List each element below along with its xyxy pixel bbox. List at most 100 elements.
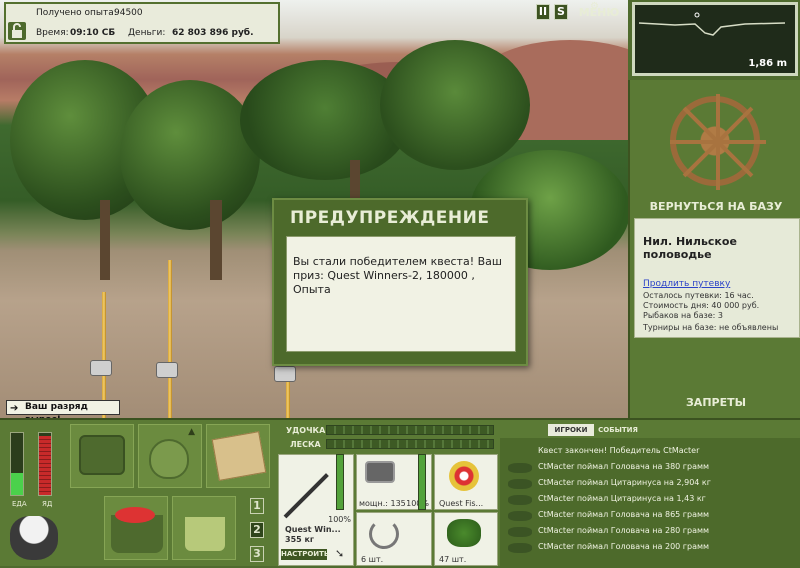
setup-button[interactable]: НАСТРОИТЬ bbox=[281, 549, 329, 560]
reel-icon bbox=[365, 461, 395, 483]
chat-log[interactable]: Квест закончен! Победитель CtMacter CtMa… bbox=[500, 438, 800, 568]
chat-header: Квест закончен! Победитель CtMacter bbox=[538, 446, 700, 455]
list-item: CtMacter поймал Головача на 280 грамм bbox=[508, 524, 792, 540]
tab-players[interactable]: ИГРОКИ bbox=[548, 424, 594, 436]
line-name: Quest Fis... bbox=[439, 499, 484, 508]
fishers-count: Рыбаков на базе: 3 bbox=[643, 311, 723, 320]
palm-tree bbox=[380, 40, 530, 170]
rank-banner[interactable]: ➔ Ваш разряд вырос! bbox=[6, 400, 120, 418]
reel-2 bbox=[156, 362, 178, 378]
bottom-panel: ЕДА ЯД ▲ 1 2 3 УДОЧКА ЛЕСКА Quest Win...… bbox=[0, 418, 800, 568]
return-to-base-button[interactable]: ВЕРНУТЬСЯ НА БАЗУ bbox=[630, 200, 800, 213]
bait-icon bbox=[447, 519, 481, 547]
food-level bbox=[11, 473, 23, 495]
rod-name: Quest Win... bbox=[285, 525, 341, 534]
exp-label: Получено опыта: bbox=[36, 8, 117, 18]
bait-count: 47 шт. bbox=[439, 555, 467, 564]
reel-durability-bar bbox=[418, 454, 426, 510]
depth-sonar: 1,86 m bbox=[632, 2, 798, 76]
inventory-tab-1[interactable]: 1 bbox=[250, 498, 264, 514]
dialog-title: ПРЕДУПРЕЖДЕНИЕ bbox=[290, 208, 490, 228]
time-label: Время: bbox=[36, 28, 69, 38]
rank-banner-text: Ваш разряд вырос! bbox=[25, 402, 88, 418]
depth-value: 1,86 m bbox=[748, 58, 787, 69]
backpack-icon bbox=[79, 435, 125, 475]
sack-icon bbox=[149, 439, 189, 479]
extend-permit-link[interactable]: Продлить путевку bbox=[643, 279, 730, 289]
list-item: CtMacter поймал Головача на 380 грамм bbox=[508, 460, 792, 476]
hook-count: 6 шт. bbox=[361, 555, 384, 564]
reel-power: мощн.: 135 bbox=[359, 499, 406, 508]
player-stats-panel: Получено опыта: 94500 Время: 09:10 СБ Де… bbox=[4, 2, 280, 44]
fishing-rod-2[interactable] bbox=[168, 260, 172, 418]
base-panel: ВЕРНУТЬСЯ НА БАЗУ Нил. Нильское половодь… bbox=[628, 80, 800, 418]
map-slot[interactable] bbox=[206, 424, 270, 488]
warning-dialog[interactable]: ПРЕДУПРЕЖДЕНИЕ Вы стали победителем квес… bbox=[272, 198, 528, 366]
tree bbox=[120, 80, 260, 230]
food-meter bbox=[10, 432, 24, 496]
bans-button[interactable]: ЗАПРЕТЫ bbox=[630, 396, 800, 409]
inventory-tab-2[interactable]: 2 bbox=[250, 522, 264, 538]
caret-up-icon: ▲ bbox=[188, 427, 195, 437]
dialog-body: Вы стали победителем квеста! Ваш приз: Q… bbox=[286, 236, 516, 352]
list-item: CtMacter поймал Головача на 865 грамм bbox=[508, 508, 792, 524]
location-info: Нил. Нильское половодье Продлить путевку… bbox=[634, 218, 800, 338]
permit-left: Осталось путевки: 16 час. bbox=[643, 291, 754, 300]
line-spool-icon bbox=[449, 461, 479, 491]
bait-slot[interactable]: 47 шт. bbox=[434, 512, 498, 566]
rod-tension-bar bbox=[326, 425, 494, 435]
ship-wheel-icon[interactable] bbox=[670, 94, 766, 190]
bucket-slot[interactable] bbox=[172, 496, 236, 560]
fish-icon bbox=[508, 495, 532, 505]
day-cost: Стоимость дня: 40 000 руб. bbox=[643, 301, 760, 310]
list-item: CtMacter поймал Цитаринуса на 1,43 кг bbox=[508, 492, 792, 508]
food-label: ЕДА bbox=[12, 500, 27, 508]
tournaments: Турниры на базе: не объявлены bbox=[643, 323, 779, 332]
pause-button[interactable]: II bbox=[536, 4, 550, 20]
money-value: 62 803 896 руб. bbox=[172, 28, 254, 38]
fish-icon bbox=[508, 543, 532, 553]
line-slot[interactable]: Quest Fis... bbox=[434, 454, 498, 510]
rod-label: УДОЧКА bbox=[286, 426, 326, 435]
backpack-slot[interactable] bbox=[70, 424, 134, 488]
reel-1 bbox=[90, 360, 112, 376]
rod-percent: 100% bbox=[328, 515, 351, 524]
cooking-pot-icon[interactable] bbox=[10, 516, 58, 560]
reel-3 bbox=[274, 366, 296, 382]
list-item: CtMacter поймал Цитаринуса на 2,904 кг bbox=[508, 476, 792, 492]
time-value: 09:10 СБ bbox=[70, 28, 116, 38]
fish-icon bbox=[508, 463, 532, 473]
sound-button[interactable]: S bbox=[554, 4, 568, 20]
lock-icon[interactable] bbox=[8, 22, 26, 40]
money-label: Деньги: bbox=[128, 28, 166, 38]
map-icon bbox=[211, 431, 267, 481]
bucket-icon bbox=[185, 517, 225, 551]
vegetables-icon bbox=[115, 507, 155, 523]
tree-trunk bbox=[210, 200, 222, 280]
line-tension-bar bbox=[326, 439, 494, 449]
rod-icon bbox=[283, 473, 329, 519]
hook-slot[interactable]: 6 шт. bbox=[356, 512, 432, 566]
rod-durability-bar bbox=[336, 454, 344, 510]
fish-icon bbox=[508, 511, 532, 521]
dialog-text: Вы стали победителем квеста! Ваш приз: Q… bbox=[293, 255, 502, 296]
tab-events[interactable]: СОБЫТИЯ bbox=[596, 424, 640, 436]
basket-slot[interactable] bbox=[104, 496, 168, 560]
exp-value: 94500 bbox=[114, 8, 143, 18]
list-item: CtMacter поймал Головача на 200 грамм bbox=[508, 540, 792, 556]
tree-trunk bbox=[100, 200, 110, 280]
chat-panel: ИГРОКИ СОБЫТИЯ Квест закончен! Победител… bbox=[500, 420, 800, 568]
inventory-tab-3[interactable]: 3 bbox=[250, 546, 264, 562]
rod-weight: 355 кг bbox=[285, 535, 315, 544]
hook-icon bbox=[369, 519, 399, 549]
location-title: Нил. Нильское половодье bbox=[643, 235, 737, 261]
menu-label: МЕНЮ bbox=[578, 6, 620, 19]
arrow-down-right-icon: ➘ bbox=[335, 547, 345, 560]
poison-meter bbox=[38, 432, 52, 496]
poison-label: ЯД bbox=[42, 500, 53, 508]
sack-slot[interactable]: ▲ bbox=[138, 424, 202, 488]
line-label: ЛЕСКА bbox=[290, 440, 321, 449]
gear-icon: ⚙ bbox=[590, 1, 599, 12]
menu-button[interactable]: ⚙ МЕНЮ bbox=[578, 1, 620, 24]
fish-icon bbox=[508, 479, 532, 489]
